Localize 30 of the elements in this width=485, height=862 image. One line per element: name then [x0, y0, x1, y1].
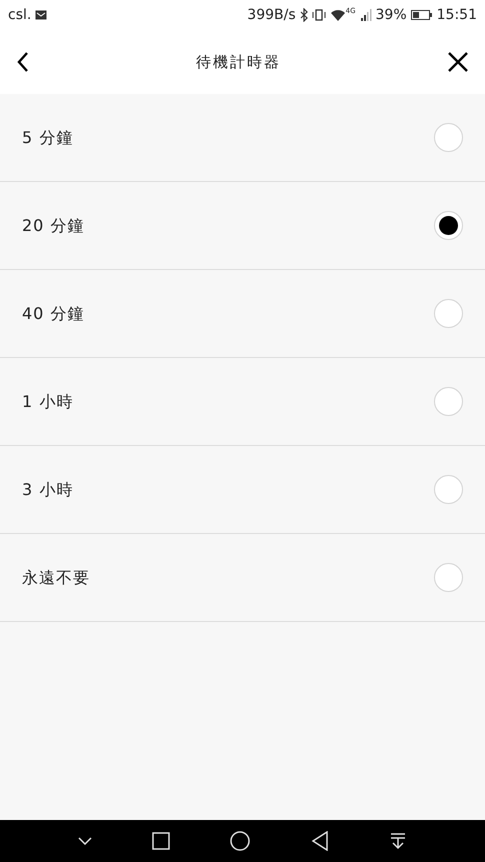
recents-icon[interactable] [152, 832, 170, 850]
chevron-down-icon[interactable] [78, 837, 92, 845]
battery-percent: 39% [376, 6, 407, 24]
home-icon[interactable] [230, 831, 250, 851]
wifi-icon [330, 8, 346, 22]
back-icon[interactable] [310, 831, 329, 851]
radio-button[interactable] [434, 387, 463, 416]
radio-button[interactable] [434, 475, 463, 504]
radio-button[interactable] [434, 211, 463, 240]
page-title: 待機計時器 [196, 52, 281, 73]
radio-button[interactable] [434, 299, 463, 328]
notification-pull-icon[interactable] [388, 832, 407, 850]
option-row[interactable]: 20 分鐘 [0, 182, 485, 270]
radio-button[interactable] [434, 123, 463, 152]
option-row[interactable]: 1 小時 [0, 358, 485, 446]
option-row[interactable]: 永遠不要 [0, 534, 485, 622]
carrier-name: csl. [8, 6, 32, 24]
option-row[interactable]: 5 分鐘 [0, 94, 485, 182]
network-speed: 399B/s [247, 6, 296, 24]
mail-icon [35, 10, 48, 20]
battery-icon [410, 8, 433, 22]
option-row[interactable]: 40 分鐘 [0, 270, 485, 358]
clock-time: 15:51 [436, 6, 477, 24]
bluetooth-icon [300, 8, 308, 22]
vibrate-icon [312, 8, 326, 22]
back-button[interactable] [16, 51, 30, 73]
option-row[interactable]: 3 小時 [0, 446, 485, 534]
radio-button[interactable] [434, 563, 463, 592]
close-button[interactable] [447, 51, 469, 73]
signal-icon [360, 8, 372, 22]
